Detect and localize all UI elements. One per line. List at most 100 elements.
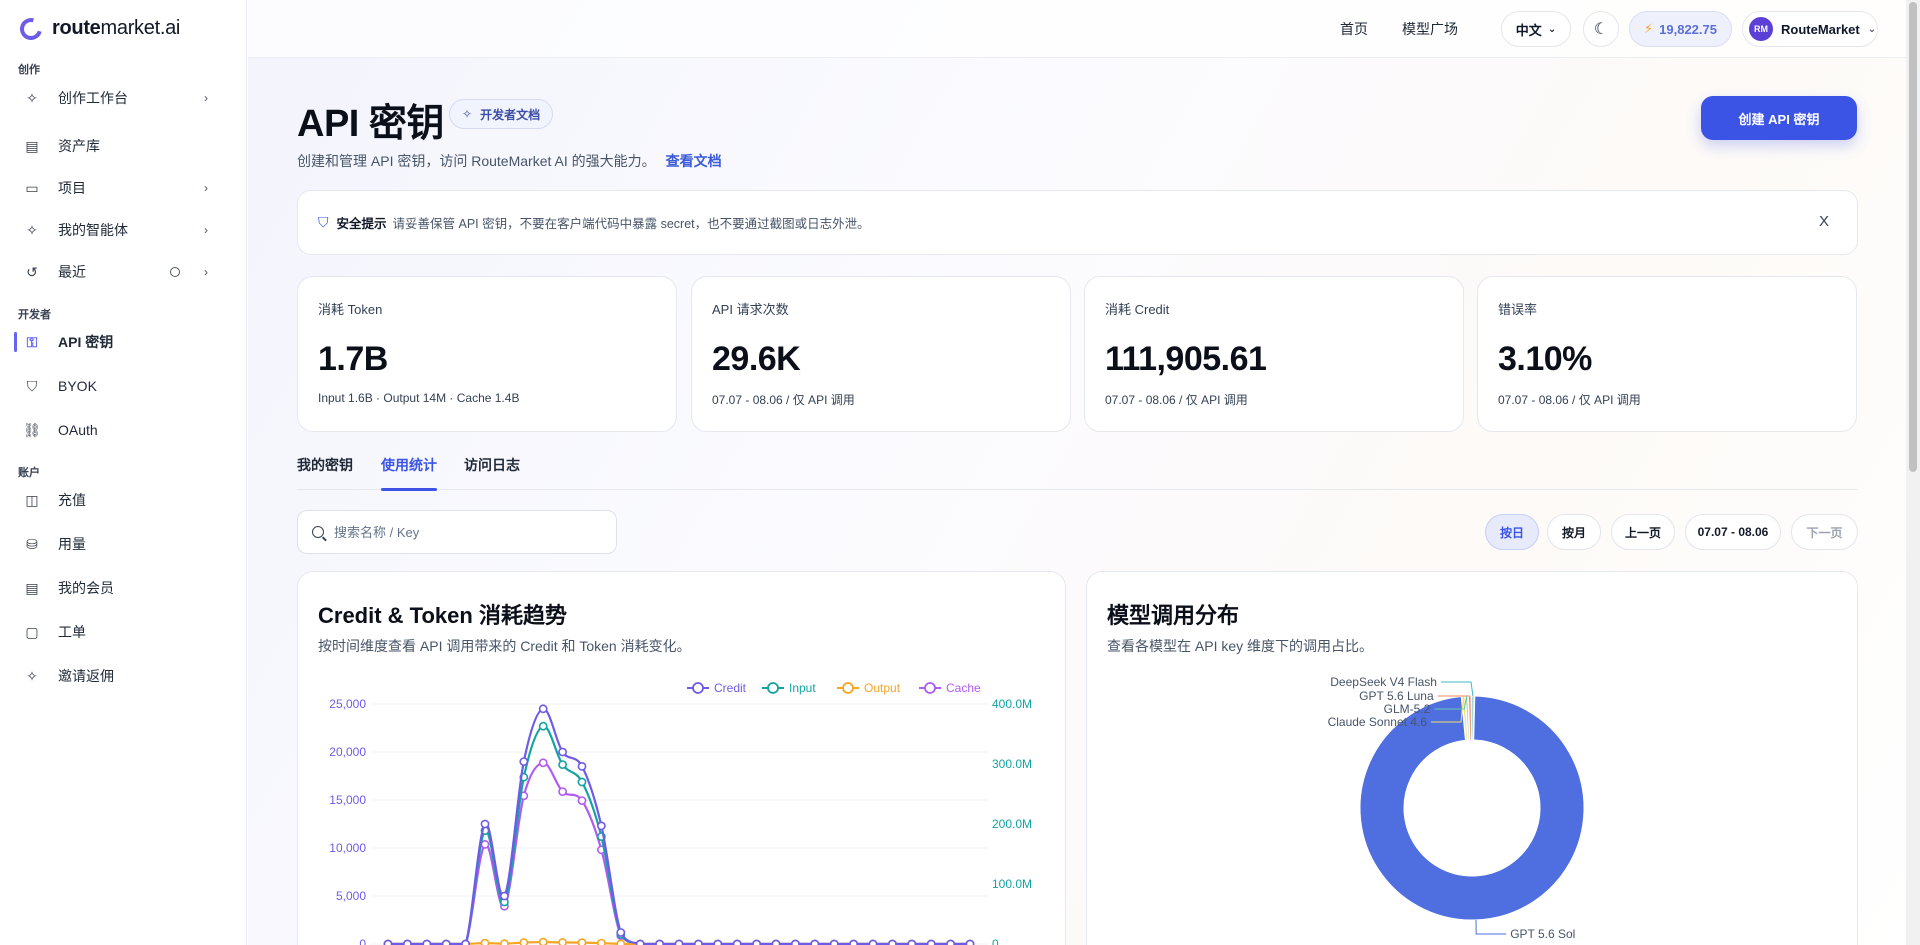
y-right-tick-label: 0 [992, 937, 999, 945]
legend-item-credit[interactable]: Credit [687, 681, 747, 695]
data-point-credit [907, 939, 917, 945]
stat-label: 错误率 [1498, 302, 1538, 317]
data-point-credit [538, 704, 548, 714]
search-input[interactable] [334, 524, 594, 540]
distribution-chart[interactable]: GPT 5.6 Sol Claude Sonnet 4.6GLM-5.2GPT 5… [1087, 572, 1858, 945]
stat-card-tokens: 消耗 Token 1.7B Input 1.6B · Output 14M · … [297, 276, 677, 432]
moon-icon: ☾ [1593, 21, 1609, 38]
legend-item-input[interactable]: Input [762, 681, 816, 695]
sidebar-item-workbench[interactable]: ✧ 创作工作台 › [14, 82, 220, 114]
agent-icon: ✧ [26, 221, 38, 238]
scrollbar-thumb[interactable] [1909, 2, 1917, 472]
brand-name: routemarket.ai [52, 17, 181, 39]
sidebar-item-agents[interactable]: ✧ 我的智能体 › [14, 214, 220, 246]
sidebar-item-label: BYOK [58, 378, 97, 394]
create-api-key-button[interactable]: 创建 API 密钥 [1701, 96, 1857, 140]
tab-usage-stats[interactable]: 使用统计 [381, 455, 437, 491]
tab-my-keys[interactable]: 我的密钥 [297, 455, 353, 490]
page-scrollbar[interactable] [1906, 0, 1920, 945]
filter-by-day[interactable]: 按日 [1485, 514, 1539, 550]
sidebar-item-oauth[interactable]: ⛓ OAuth [14, 414, 220, 446]
database-icon: ⛁ [26, 535, 38, 552]
sidebar-item-label: 我的会员 [58, 580, 114, 596]
series-line-cache [388, 761, 970, 945]
sidebar-item-label: 用量 [58, 536, 86, 552]
sidebar-item-membership[interactable]: ▤ 我的会员 [14, 572, 220, 604]
data-point-output [500, 939, 509, 945]
theme-toggle[interactable]: ☾ [1583, 11, 1619, 47]
brand-logo[interactable]: routemarket.ai [15, 13, 181, 44]
nav-link-model-plaza[interactable]: 模型广场 [1402, 19, 1458, 39]
shield-icon: ⛉ [26, 377, 38, 394]
sidebar-item-api-keys[interactable]: ⚿ API 密钥 [14, 326, 220, 358]
doc-chip-label: 开发者文档 [480, 107, 541, 122]
sidebar-item-label: 充值 [58, 492, 86, 508]
tab-access-logs[interactable]: 访问日志 [464, 455, 520, 490]
sidebar-item-usage[interactable]: ⛁ 用量 [14, 528, 220, 560]
sidebar-item-tickets[interactable]: ▢ 工单 [14, 616, 220, 648]
message-icon: ▢ [25, 623, 39, 640]
developer-docs-chip[interactable]: ✧ 开发者文档 [449, 99, 554, 129]
data-point-credit [383, 939, 393, 945]
stat-value: 3.10% [1498, 340, 1592, 378]
data-point-output [616, 939, 626, 945]
y-right-tick-label: 300.0M [992, 757, 1032, 771]
history-icon: ↺ [26, 263, 38, 280]
page-title: API 密钥 [297, 103, 444, 145]
prev-page-button[interactable]: 上一页 [1611, 514, 1675, 550]
y-left-tick-label: 15,000 [329, 793, 366, 807]
legend-label: Output [864, 681, 901, 695]
data-point-credit [577, 761, 587, 771]
chevron-right-icon: › [204, 223, 208, 237]
search-box[interactable] [297, 510, 617, 554]
credit-balance[interactable]: ⚡ 19,822.75 [1629, 11, 1732, 47]
search-icon[interactable] [170, 267, 180, 277]
data-point-output [480, 938, 490, 945]
stat-card-requests: API 请求次数 29.6K 07.07 - 08.06 / 仅 API 调用 [691, 276, 1071, 432]
filter-by-month[interactable]: 按月 [1547, 514, 1601, 550]
chevron-right-icon: › [204, 265, 208, 279]
sidebar-item-referral[interactable]: ✧ 邀请返佣 [14, 660, 220, 692]
stat-value: 111,905.61 [1105, 340, 1267, 378]
date-range-button[interactable]: 07.07 - 08.06 [1685, 514, 1781, 550]
notice-title: 安全提示 [336, 217, 387, 231]
sidebar-item-projects[interactable]: ▭ 项目 › [14, 172, 220, 204]
data-point-output [538, 937, 548, 945]
sidebar-item-library[interactable]: ▤ 资产库 [14, 130, 220, 162]
folder-icon: ▭ [25, 179, 39, 196]
data-point-credit [713, 939, 723, 945]
data-point-credit [946, 939, 955, 945]
view-docs-link[interactable]: 查看文档 [666, 153, 722, 169]
nav-link-home[interactable]: 首页 [1340, 19, 1368, 39]
data-point-output [558, 938, 567, 945]
pie-leader-line [1440, 681, 1474, 697]
legend-item-output[interactable]: Output [837, 681, 901, 695]
legend-swatch-marker [842, 682, 854, 694]
sidebar-item-label: OAuth [58, 422, 98, 438]
distribution-chart-card: 模型调用分布 查看各模型在 API key 维度下的调用占比。 GPT 5.6 … [1086, 571, 1858, 945]
data-point-credit [616, 928, 626, 937]
stat-label: API 请求次数 [712, 302, 789, 317]
sidebar-item-label: 资产库 [58, 138, 100, 154]
legend-item-cache[interactable]: Cache [919, 681, 981, 695]
y-left-tick-label: 5,000 [336, 889, 366, 903]
data-point-credit [849, 939, 858, 945]
next-page-button[interactable]: 下一页 [1791, 514, 1858, 550]
sidebar-item-topup[interactable]: ◫ 充值 [14, 484, 220, 516]
sidebar-item-recent[interactable]: ↺ 最近 › [14, 256, 220, 288]
sidebar-item-byok[interactable]: ⛉ BYOK [14, 370, 220, 402]
language-select[interactable]: 中文 ⌄ [1501, 11, 1571, 47]
wallet-icon: ◫ [25, 491, 39, 508]
data-point-credit [771, 939, 781, 945]
library-icon: ▤ [25, 137, 39, 154]
bolt-icon: ⚡ [1644, 21, 1654, 36]
tab-bar: 我的密钥 使用统计 访问日志 [297, 455, 1858, 491]
data-point-credit [732, 939, 742, 945]
data-point-credit [480, 819, 490, 829]
data-point-output [597, 938, 606, 945]
y-right-tick-label: 100.0M [992, 877, 1032, 891]
stat-value: 1.7B [318, 340, 388, 378]
close-icon[interactable]: X [1819, 213, 1829, 230]
user-menu[interactable]: RM RouteMarket ⌄ [1742, 11, 1878, 47]
trend-chart[interactable]: 0 5,000 10,000 15,000 20,000 25,000 0 100.0M 200… [298, 572, 1066, 945]
